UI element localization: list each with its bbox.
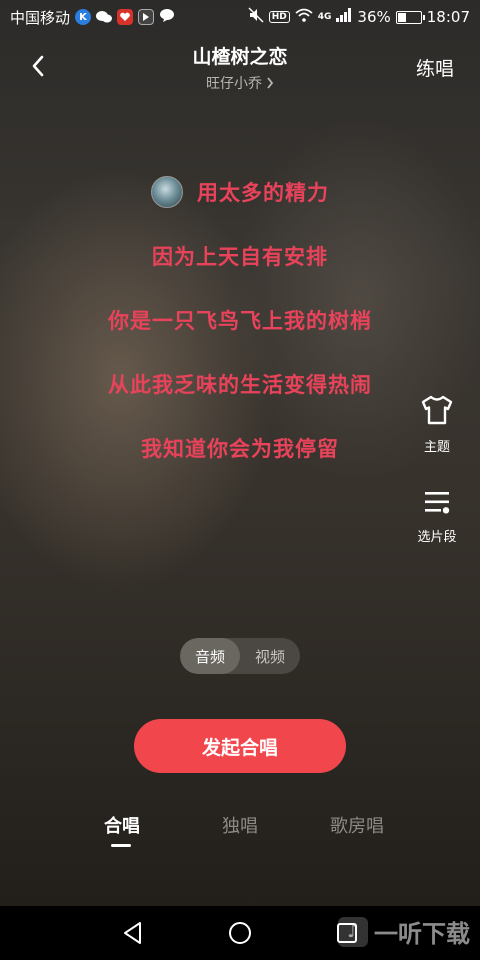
system-nav-bar: ♪ 一听下载 [0, 906, 480, 960]
tab-chorus[interactable]: 合唱 [101, 812, 143, 838]
title-block: 山楂树之恋 旺仔小乔 [0, 42, 480, 93]
practice-button[interactable]: 练唱 [416, 54, 454, 81]
audio-mode-option[interactable]: 音频 [180, 638, 240, 674]
nav-back-button[interactable] [118, 918, 148, 948]
top-header: 山楂树之恋 旺仔小乔 练唱 [0, 38, 480, 94]
theme-button[interactable]: 主题 [412, 394, 462, 455]
message-icon [159, 8, 175, 27]
watermark: ♪ 一听下载 [338, 914, 470, 949]
lyric-text: 用太多的精力 [197, 181, 329, 205]
media-app-icon [138, 9, 155, 25]
tab-solo[interactable]: 独唱 [218, 812, 262, 838]
status-bar: 中国移动 K HD 4G 36% 18:07 [0, 0, 480, 34]
kugou-icon: K [75, 9, 92, 25]
lyric-line: 因为上天自有安排 [152, 245, 328, 269]
lyric-line: 我知道你会为我停留 [141, 437, 339, 461]
tshirt-icon [421, 395, 453, 425]
lyric-line: 你是一只飞鸟飞上我的树梢 [108, 309, 372, 333]
lyrics-panel: 用太多的精力 因为上天自有安排 你是一只飞鸟飞上我的树梢 从此我乏味的生活变得热… [0, 160, 480, 480]
segment-list-icon [425, 492, 450, 514]
artist-name: 旺仔小乔 [206, 76, 262, 92]
status-left: 中国移动 K [10, 7, 175, 28]
singer-avatar [151, 176, 183, 208]
select-segment-button[interactable]: 选片段 [412, 488, 462, 545]
active-tab-indicator [111, 844, 131, 847]
media-mode-toggle: 音频 视频 [180, 638, 300, 674]
artist-link[interactable]: 旺仔小乔 [206, 73, 274, 93]
carrier-name: 中国移动 [10, 8, 71, 27]
app-notification-icon [117, 9, 134, 25]
video-mode-option[interactable]: 视频 [240, 638, 300, 674]
battery-icon [395, 10, 425, 24]
watermark-logo-icon: ♪ [338, 916, 368, 947]
clock: 18:07 [426, 8, 470, 26]
tab-room[interactable]: 歌房唱 [326, 812, 388, 838]
wechat-icon [96, 9, 113, 25]
circle-home-icon [229, 922, 251, 944]
lyric-line: 用太多的精力 [0, 160, 480, 224]
segment-label: 选片段 [417, 530, 457, 545]
status-right: HD 4G 36% 18:07 [248, 7, 470, 27]
lyric-line: 从此我乏味的生活变得热闹 [108, 373, 372, 397]
mute-icon [248, 7, 264, 27]
theme-label: 主题 [423, 440, 450, 455]
sing-mode-tabs: 合唱 独唱 歌房唱 [0, 812, 480, 852]
start-chorus-button[interactable]: 发起合唱 [134, 719, 346, 773]
network-type: 4G [317, 12, 332, 22]
signal-icon [336, 8, 352, 26]
triangle-back-icon [124, 922, 141, 944]
watermark-text: 一听下载 [374, 920, 470, 948]
nav-home-button[interactable] [225, 918, 255, 948]
song-title: 山楂树之恋 [192, 46, 288, 68]
karaoke-screen: 中国移动 K HD 4G 36% 18:07 山楂树之恋 旺仔小乔 练唱 用太多… [0, 0, 480, 906]
wifi-icon [295, 8, 313, 26]
hd-badge: HD [268, 11, 290, 23]
chevron-right-icon [267, 77, 274, 89]
battery-percent: 36% [357, 8, 391, 26]
